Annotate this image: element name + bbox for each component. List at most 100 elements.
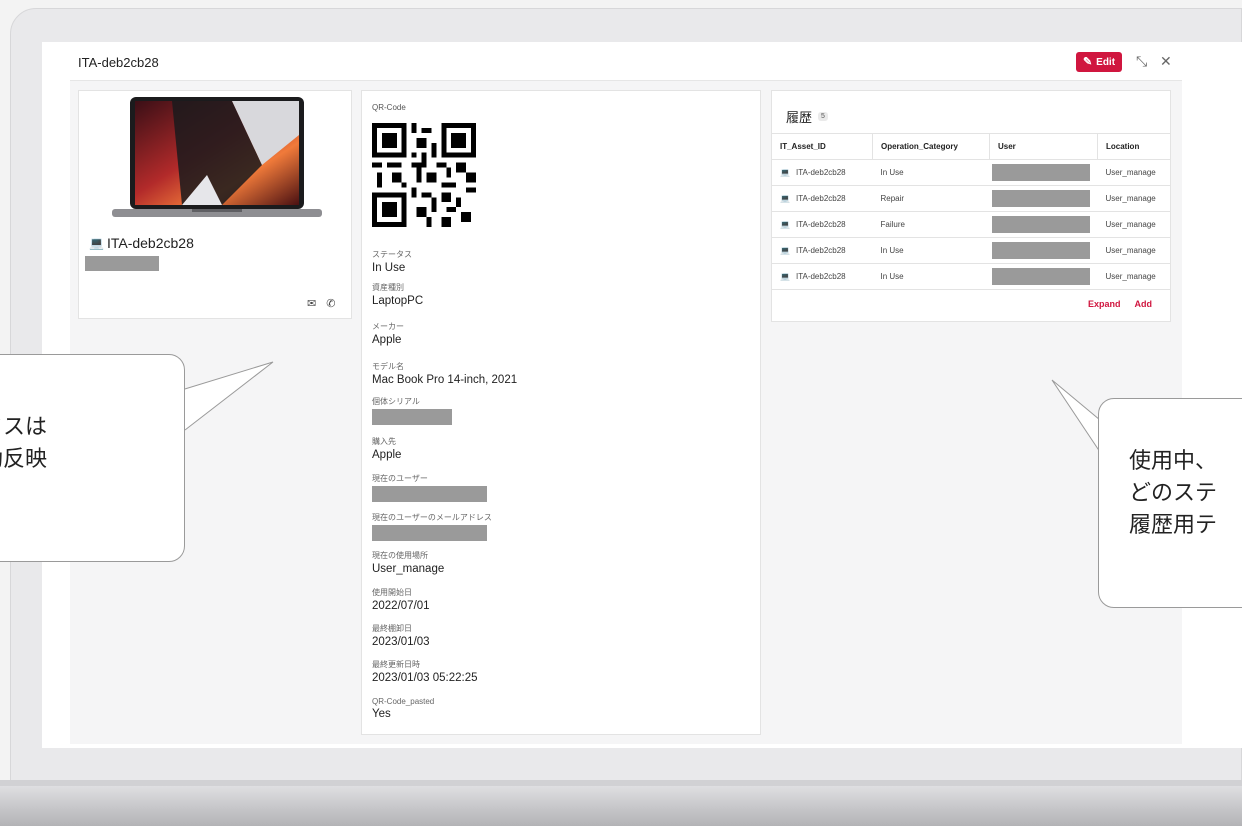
- field-serial: 個体シリアル: [372, 396, 452, 425]
- column-header[interactable]: Location: [1097, 133, 1170, 160]
- table-row[interactable]: 💻 ITA-deb2cb28 In Use User_manage: [772, 159, 1170, 186]
- edit-icon: ✎: [1082, 55, 1093, 68]
- callout-right-line1: 使用中、: [1129, 448, 1218, 473]
- column-header[interactable]: IT_Asset_ID: [772, 133, 873, 160]
- field-label: 最終棚卸日: [372, 624, 412, 633]
- table-row[interactable]: 💻 ITA-deb2cb28 In Use User_manage: [772, 237, 1170, 264]
- table-row[interactable]: 💻 ITA-deb2cb28 In Use User_manage: [772, 263, 1170, 290]
- laptop-icon: 💻: [780, 194, 790, 203]
- redacted-serial: [372, 409, 452, 425]
- history-card: 履歴 5 IT_Asset_ID Operation_Category User…: [771, 90, 1171, 322]
- field-user-email: 現在のユーザーのメールアドレス: [372, 512, 492, 541]
- field-location: 現在の使用場所 User_manage: [372, 550, 444, 575]
- field-label: モデル名: [372, 362, 404, 371]
- field-status: ステータス In Use: [372, 249, 412, 274]
- field-label: 資産種別: [372, 283, 404, 292]
- contact-icons: ✉ ✆: [307, 297, 335, 310]
- history-count-badge: 5: [818, 112, 828, 121]
- field-value: Apple: [372, 334, 402, 346]
- expand-arrows-icon[interactable]: ⤡: [1136, 54, 1147, 68]
- laptop-icon: 💻: [780, 168, 790, 177]
- history-actions: Expand Add: [1088, 299, 1152, 309]
- qr-code-image: [372, 123, 476, 227]
- history-table-header: IT_Asset_ID Operation_Category User Loca…: [772, 133, 1170, 160]
- expand-link[interactable]: Expand: [1088, 299, 1121, 309]
- redacted-user: [991, 216, 1090, 233]
- field-label: 個体シリアル: [372, 397, 420, 406]
- row-operation: Repair: [872, 185, 990, 212]
- add-link[interactable]: Add: [1135, 299, 1153, 309]
- redacted-user: [991, 164, 1090, 181]
- field-value: Mac Book Pro 14-inch, 2021: [372, 374, 518, 386]
- field-label: 最終更新日時: [372, 660, 420, 669]
- phone-icon[interactable]: ✆: [326, 297, 335, 310]
- mail-icon[interactable]: ✉: [307, 297, 316, 310]
- column-header[interactable]: User: [989, 133, 1098, 160]
- field-label: 購入先: [372, 437, 396, 446]
- redacted-owner: [85, 256, 159, 271]
- field-label: メーカー: [372, 322, 404, 331]
- callout-right: 使用中、 どのステ 履歴用テ: [1098, 398, 1242, 608]
- row-location: User_manage: [1097, 211, 1170, 238]
- laptop-icon: 💻: [89, 236, 104, 250]
- field-label: 現在のユーザーのメールアドレス: [372, 513, 492, 522]
- laptop-base: [0, 780, 1242, 826]
- column-header[interactable]: Operation_Category: [872, 133, 990, 160]
- field-updated-at: 最終更新日時 2023/01/03 05:22:25: [372, 659, 478, 684]
- callout-left-line1: タスは: [0, 414, 48, 439]
- laptop-photo: [112, 97, 322, 217]
- row-asset-id[interactable]: ITA-deb2cb28: [796, 220, 846, 229]
- dialog-header: ITA-deb2cb28 ✎ Edit ⤡ ✕: [70, 44, 1182, 81]
- field-value: Yes: [372, 708, 391, 720]
- laptop-base-lip: [0, 780, 1242, 786]
- row-operation: In Use: [872, 263, 990, 290]
- field-vendor: 購入先 Apple: [372, 436, 401, 461]
- laptop-icon: 💻: [780, 246, 790, 255]
- redacted-email: [372, 525, 487, 541]
- field-label: 使用開始日: [372, 588, 412, 597]
- row-asset-id[interactable]: ITA-deb2cb28: [796, 272, 846, 281]
- callout-left-line2: 動反映: [0, 446, 48, 471]
- field-label: ステータス: [372, 250, 412, 259]
- field-value: Apple: [372, 449, 402, 461]
- table-row[interactable]: 💻 ITA-deb2cb28 Failure User_manage: [772, 211, 1170, 238]
- field-value: In Use: [372, 262, 406, 274]
- field-model: モデル名 Mac Book Pro 14-inch, 2021: [372, 361, 517, 386]
- asset-summary-card: 💻 ITA-deb2cb28 ✉ ✆: [78, 90, 352, 319]
- field-label: 現在の使用場所: [372, 551, 428, 560]
- field-value: 2023/01/03: [372, 636, 430, 648]
- row-location: User_manage: [1097, 159, 1170, 186]
- asset-name-text: ITA-deb2cb28: [106, 235, 194, 251]
- table-row[interactable]: 💻 ITA-deb2cb28 Repair User_manage: [772, 185, 1170, 212]
- dialog-title: ITA-deb2cb28: [78, 55, 159, 70]
- callout-right-line2: どのステ: [1129, 480, 1218, 505]
- field-value: 2023/01/03 05:22:25: [372, 672, 478, 684]
- asset-name: 💻 ITA-deb2cb28: [89, 235, 194, 251]
- field-asset-type: 資産種別 LaptopPC: [372, 282, 423, 307]
- redacted-user: [991, 268, 1090, 285]
- history-table: IT_Asset_ID Operation_Category User Loca…: [772, 133, 1170, 290]
- edit-button-label: Edit: [1096, 56, 1116, 68]
- row-asset-id[interactable]: ITA-deb2cb28: [796, 246, 846, 255]
- row-location: User_manage: [1097, 263, 1170, 290]
- edit-button[interactable]: ✎ Edit: [1076, 52, 1122, 72]
- row-asset-id[interactable]: ITA-deb2cb28: [796, 168, 846, 177]
- history-title-text: 履歴: [786, 110, 813, 125]
- field-maker: メーカー Apple: [372, 321, 404, 346]
- qr-code-label: QR-Code: [372, 103, 406, 112]
- callout-left: タスは 動反映: [0, 354, 185, 562]
- redacted-user: [372, 486, 487, 502]
- row-operation: In Use: [872, 237, 990, 264]
- field-label: QR-Code_pasted: [372, 697, 435, 706]
- laptop-icon: 💻: [780, 220, 790, 229]
- asset-detail-dialog: ITA-deb2cb28 ✎ Edit ⤡ ✕ 💻 ITA-deb2cb28 ✉…: [70, 44, 1182, 744]
- redacted-user: [991, 190, 1090, 207]
- row-asset-id[interactable]: ITA-deb2cb28: [796, 194, 846, 203]
- laptop-icon: 💻: [780, 272, 790, 281]
- field-start-date: 使用開始日 2022/07/01: [372, 587, 430, 612]
- redacted-user: [991, 242, 1090, 259]
- field-qr-pasted: QR-Code_pasted Yes: [372, 697, 434, 720]
- field-value: 2022/07/01: [372, 600, 430, 612]
- close-icon[interactable]: ✕: [1160, 54, 1172, 68]
- row-operation: Failure: [872, 211, 990, 238]
